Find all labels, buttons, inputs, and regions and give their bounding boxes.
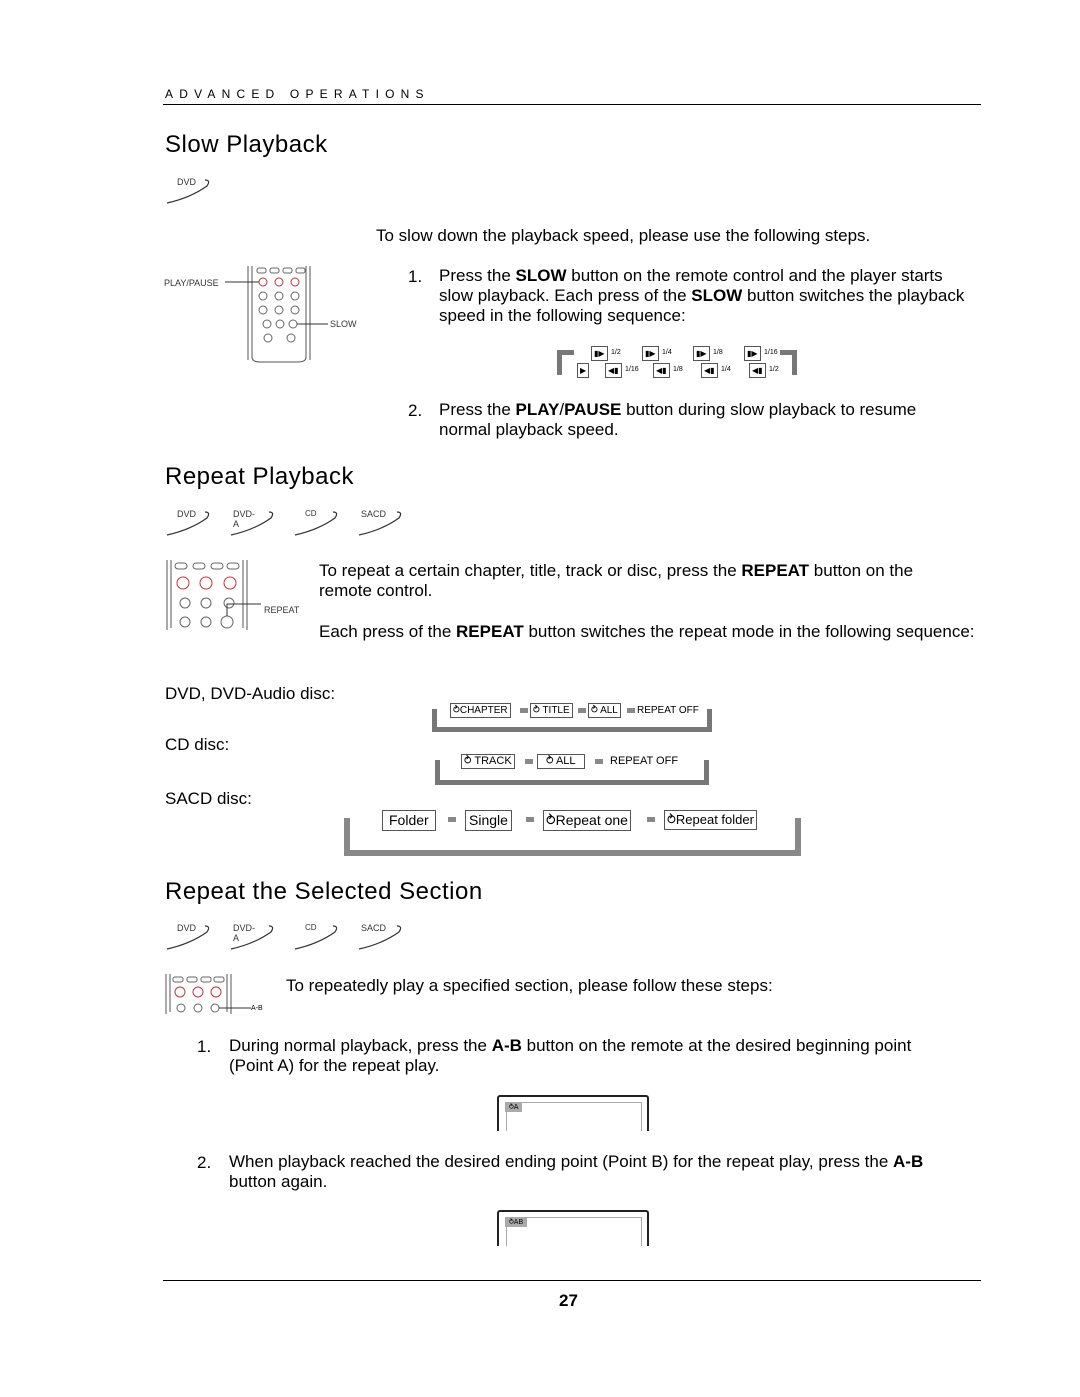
seq-folder: Folder [382,810,436,831]
remote-repeat-illustration [166,560,261,630]
seq-repeat-off: REPEAT OFF [610,755,687,768]
disc-badge-label: DVD-A [233,509,255,529]
dvd-disc-label: DVD, DVD-Audio disc: [165,684,336,703]
step-forward-icon: ▮▶ [642,346,659,361]
slow-speed-label: 1/4 [721,366,731,373]
seq-repeat-one: ⥁Repeat one [543,810,631,831]
disc-badge-label: CD [305,923,317,932]
slow-speed-label: 1/4 [662,349,672,356]
manual-page: ADVANCED OPERATIONS Slow Playback DVD PL… [0,0,1080,1397]
slow-step-2: Press the PLAY/PAUSE button during slow … [439,400,917,439]
play-icon: ▶ [577,363,590,378]
disc-badge-label: CD [305,509,317,518]
ab-label: A-B [251,1005,263,1012]
sacd-repeat-sequence-diagram: Folder Single ⥁Repeat one ⥁Repeat folder [344,810,804,856]
sacd-disc-label: SACD disc: [165,789,252,808]
disc-badge-label: DVD [177,923,197,933]
seq-all: ⥁ ALL [588,703,621,718]
seq-single: Single [465,810,512,831]
seq-all: ⥁ ALL [537,754,585,769]
slow-speed-label: 1/2 [611,349,621,356]
step-back-icon: ◀▮ [701,363,718,378]
disc-badge-label: SACD [361,923,387,933]
step-forward-icon: ▮▶ [744,346,761,361]
repeat-section-title: Repeat the Selected Section [165,878,483,905]
seq-track: ⥁ TRACK [461,754,515,769]
slow-label: SLOW [330,319,357,329]
section-header: ADVANCED OPERATIONS [165,87,430,101]
ab-step-1: During normal playback, press the A-B bu… [229,1036,912,1075]
footer-rule [163,1280,981,1281]
page-number: 27 [559,1291,578,1310]
slow-speed-label: 1/2 [769,366,779,373]
slow-intro: To slow down the playback speed, please … [376,226,871,245]
step-forward-icon: ▮▶ [591,346,608,361]
repeat-playback-title: Repeat Playback [165,463,354,490]
slow-speed-label: 1/8 [713,349,723,356]
step-back-icon: ◀▮ [605,363,622,378]
disc-badge-label: DVD [177,509,197,519]
step-forward-icon: ▮▶ [693,346,710,361]
dvd-repeat-sequence-diagram: ⥁CHAPTER ⥁ TITLE ⥁ ALL REPEAT OFF [432,703,712,733]
step-number: 2. [408,401,423,420]
screen-repeat-a: ⥁A [497,1095,649,1131]
slow-speed-label: 1/8 [673,366,683,373]
slow-speed-sequence-diagram: ▮▶ 1/2 ▮▶ 1/4 ▮▶ 1/8 ▮▶ 1/16 ▶ ◀▮ 1/16 ◀▮ 1/8 ◀▮ 1/4 ◀▮… [557,346,797,378]
seq-repeat-folder: ⥁Repeat folder [664,810,757,830]
slow-step-1: Press the SLOW button on the remote cont… [439,266,965,325]
cd-disc-label: CD disc: [165,735,230,754]
seq-chapter: ⥁CHAPTER [450,703,511,718]
slow-speed-label: 1/16 [764,349,778,356]
disc-badge-label: DVD [177,177,197,187]
cd-repeat-sequence-diagram: ⥁ TRACK ⥁ ALL REPEAT OFF [435,754,715,788]
slow-playback-title: Slow Playback [165,131,328,158]
step-back-icon: ◀▮ [653,363,670,378]
ab-step-2: When playback reached the desired ending… [229,1152,924,1191]
ab-intro: To repeatedly play a specified section, … [286,976,773,995]
repeat-para-1: To repeat a certain chapter, title, trac… [319,561,914,600]
step-number: 2. [197,1153,212,1172]
slow-speed-label: 1/16 [625,366,639,373]
header-rule [163,104,981,105]
seq-title: ⥁ TITLE [530,703,573,718]
screen-repeat-ab: ⥁AB [497,1210,649,1246]
repeat-para-2: Each press of the REPEAT button switches… [319,622,975,641]
step-number: 1. [408,267,423,286]
play-pause-label: PLAY/PAUSE [164,278,219,288]
seq-repeat-off: REPEAT OFF [637,704,699,717]
repeat-label: REPEAT [264,605,300,615]
step-number: 1. [197,1037,212,1056]
disc-badge-label: SACD [361,509,387,519]
step-back-icon: ◀▮ [749,363,766,378]
disc-badge-label: DVD-A [233,923,255,943]
